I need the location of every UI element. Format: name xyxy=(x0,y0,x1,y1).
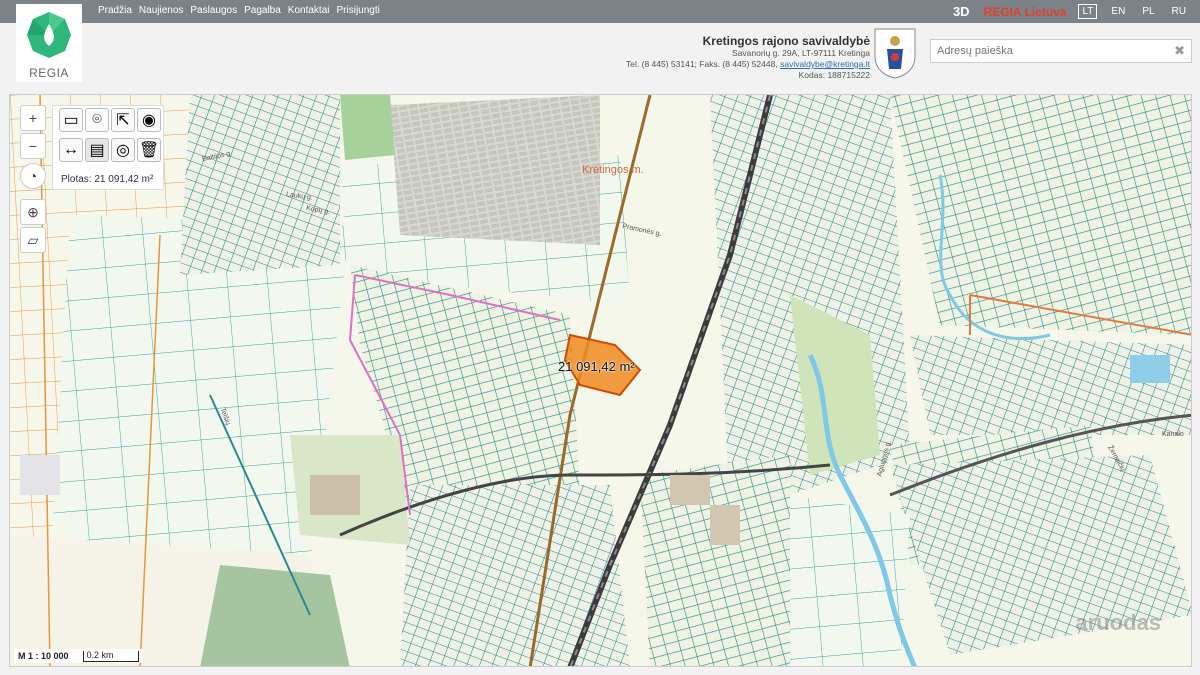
pin-icon[interactable]: ⌾ xyxy=(85,108,109,132)
nav-naujienos[interactable]: Naujienos xyxy=(139,5,183,16)
municipality-address: Savanorių g. 29A, LT-97111 Kretinga xyxy=(732,48,870,58)
watermark: aruodas xyxy=(1075,610,1161,635)
logo-text: REGIA xyxy=(29,66,69,80)
zoom-out-button[interactable]: − xyxy=(20,133,46,159)
coat-of-arms-icon xyxy=(874,28,916,79)
scale-indicator: M 1 : 10 000 0.2 km xyxy=(14,649,143,663)
map-viewport[interactable]: Kretingos m. 21 091,42 m² Baltijos g. La… xyxy=(9,94,1192,667)
measure-label: 21 091,42 m² xyxy=(558,359,635,374)
town-label: Kretingos m. xyxy=(582,164,644,176)
scale-ratio: M 1 : 10 000 xyxy=(18,651,69,661)
lang-pl[interactable]: PL xyxy=(1139,5,1157,18)
municipality-email[interactable]: savivaldybe@kretinga.lt xyxy=(780,59,870,69)
delete-icon[interactable]: 🗑 xyxy=(137,138,161,162)
nav-pradzia[interactable]: Pradžia xyxy=(98,5,132,16)
municipality-phone: Tel. (8 445) 53141; Faks. (8 445) 52448, xyxy=(626,59,778,69)
street-label: Kanalo xyxy=(1162,431,1184,438)
top-right-controls: 3D REGIA Lietuva LT EN PL RU xyxy=(953,0,1200,23)
address-search: ✖ xyxy=(930,39,1192,63)
municipality-contacts: Tel. (8 445) 53141; Faks. (8 445) 52448,… xyxy=(626,59,870,70)
map-canvas[interactable] xyxy=(10,95,1192,667)
measure-line-icon[interactable]: ↔ xyxy=(59,138,83,162)
lang-en[interactable]: EN xyxy=(1108,5,1128,18)
lang-lt[interactable]: LT xyxy=(1078,4,1098,19)
region-select-icon[interactable]: ▱ xyxy=(20,227,46,253)
nav-kontaktai[interactable]: Kontaktai xyxy=(288,5,330,16)
nav-prisijungti[interactable]: Prisijungti xyxy=(337,5,380,16)
municipality-info: Kretingos rajono savivaldybė Savanorių g… xyxy=(626,34,870,81)
search-clear-icon[interactable]: ✖ xyxy=(1174,43,1185,59)
municipality-name: Kretingos rajono savivaldybė xyxy=(702,34,870,48)
address-search-input[interactable] xyxy=(931,40,1161,62)
3d-button[interactable]: 3D xyxy=(953,4,970,19)
zoom-in-button[interactable]: + xyxy=(20,105,46,131)
municipality-code: Kodas: 188715222 xyxy=(798,70,870,80)
lang-ru[interactable]: RU xyxy=(1169,5,1189,18)
nav-pagalba[interactable]: Pagalba xyxy=(244,5,281,16)
measure-area-icon[interactable]: ▤ xyxy=(85,138,109,162)
history-icon[interactable]: ◔ xyxy=(20,163,46,189)
nav-paslaugos[interactable]: Paslaugos xyxy=(190,5,237,16)
main-nav: Pradžia Naujienos Paslaugos Pagalba Kont… xyxy=(98,5,387,16)
measure-distance-icon[interactable]: ▭ xyxy=(59,108,83,132)
regia-logo[interactable]: REGIA xyxy=(16,4,82,82)
export-icon[interactable]: ⇱ xyxy=(111,108,135,132)
scale-bar: 0.2 km xyxy=(82,650,139,662)
regia-logo-icon xyxy=(27,12,71,58)
top-bar: Pradžia Naujienos Paslaugos Pagalba Kont… xyxy=(0,0,1200,23)
locate-icon[interactable]: ⊕ xyxy=(20,199,46,225)
area-readout: Plotas: 21 091,42 m² xyxy=(61,174,154,185)
regia-lietuva-link[interactable]: REGIA Lietuva xyxy=(984,5,1067,19)
point-icon[interactable]: ◉ xyxy=(137,108,161,132)
measure-radius-icon[interactable]: ◎ xyxy=(111,138,135,162)
measure-toolbar: ▭ ⌾ ⇱ ◉ ↔ ▤ ◎ 🗑 Plotas: 21 091,42 m² xyxy=(52,105,164,190)
